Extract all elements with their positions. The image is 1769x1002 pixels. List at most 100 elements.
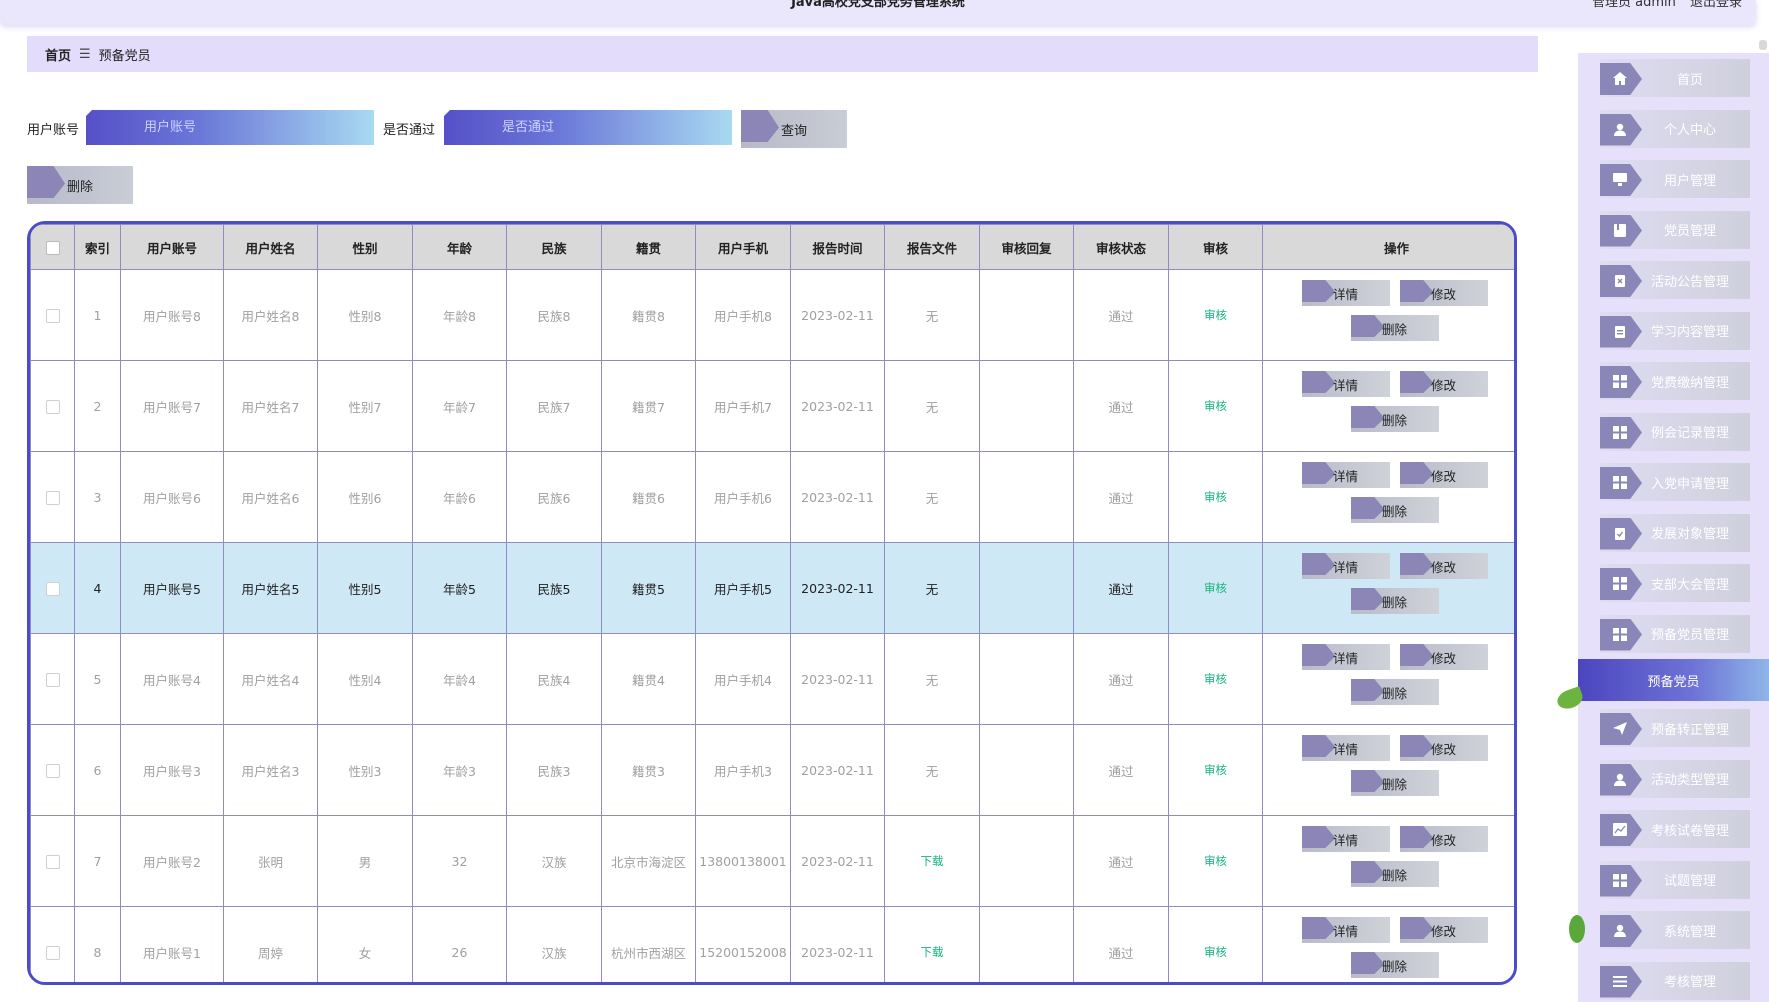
audit-link[interactable]: 审核 [1204, 581, 1227, 595]
query-button[interactable]: 查询 [741, 110, 847, 148]
table-row[interactable]: 3 用户账号6 用户姓名6 性别6 年龄6 民族6 籍贯6 用户手机6 2023-02-11 无 通… [30, 451, 1514, 543]
row-delete-button[interactable]: 删除 [1350, 952, 1439, 978]
sidebar-item[interactable]: 个人中心 [1600, 109, 1750, 148]
scrollbar-thumb[interactable] [1759, 40, 1767, 50]
person-icon [1613, 924, 1627, 937]
row-checkbox[interactable] [45, 581, 60, 596]
edit-button[interactable]: 修改 [1399, 917, 1488, 943]
sidebar-item[interactable]: 发展对象管理 [1600, 513, 1750, 552]
sidebar-item[interactable]: 学习内容管理 [1600, 311, 1750, 350]
edit-button[interactable]: 修改 [1399, 826, 1488, 852]
ops-cell: 详情 修改删除 [1262, 542, 1514, 634]
row-delete-button[interactable]: 删除 [1350, 588, 1439, 614]
detail-button[interactable]: 详情 [1301, 917, 1390, 943]
cell-origin: 籍贯7 [632, 399, 665, 415]
table-row[interactable]: 7 用户账号2 张明 男 32 汉族 北京市海淀区 13800138001 2023-02-11… [30, 815, 1514, 907]
edit-button[interactable]: 修改 [1399, 280, 1488, 306]
table-cell: 通过 [1073, 633, 1169, 725]
sidebar-item[interactable]: 例会记录管理 [1600, 412, 1750, 451]
table-row[interactable]: 1 用户账号8 用户姓名8 性别8 年龄8 民族8 籍贯8 用户手机8 2023-02-11 无 通… [30, 269, 1514, 361]
table-row[interactable]: 6 用户账号3 用户姓名3 性别3 年龄3 民族3 籍贯3 用户手机3 2023-02-11 无 通… [30, 724, 1514, 816]
data-table: 索引 用户账号 用户姓名 性别 年龄 民族 籍贯 用户手机 报告时间 报告文件 … [30, 224, 1514, 982]
edit-button[interactable]: 修改 [1399, 735, 1488, 761]
detail-button[interactable]: 详情 [1301, 644, 1390, 670]
sidebar-item[interactable]: 活动类型管理 [1600, 759, 1750, 798]
table-cell: 年龄5 [412, 542, 507, 634]
audit-link[interactable]: 审核 [1204, 399, 1227, 413]
audit-link[interactable]: 审核 [1204, 854, 1227, 868]
row-checkbox[interactable] [45, 399, 60, 414]
detail-button[interactable]: 详情 [1301, 826, 1390, 852]
cell-nation: 民族4 [537, 672, 571, 688]
table-row[interactable]: 4 用户账号5 用户姓名5 性别5 年龄5 民族5 籍贯5 用户手机5 2023-02-11 无 通… [30, 542, 1514, 634]
edit-button[interactable]: 修改 [1399, 371, 1488, 397]
sidebar-item[interactable]: 考核管理 [1600, 961, 1750, 1000]
table-row[interactable]: 2 用户账号7 用户姓名7 性别7 年龄7 民族7 籍贯7 用户手机7 2023-02-11 无 通… [30, 360, 1514, 452]
sidebar-item[interactable]: 党员管理 [1600, 210, 1750, 249]
sidebar-item[interactable]: 预备党员管理 [1600, 614, 1750, 653]
sidebar-item[interactable]: 预备转正管理 [1600, 709, 1750, 747]
cell-phone: 15200152008 [699, 944, 787, 960]
app-title: Java高校党支部党务管理系统 [791, 0, 965, 10]
row-checkbox[interactable] [45, 945, 60, 960]
detail-button[interactable]: 详情 [1301, 553, 1390, 579]
sidebar-item[interactable]: 入党申请管理 [1600, 463, 1750, 501]
batch-delete-button[interactable]: 删除 [27, 166, 133, 204]
breadcrumb-home[interactable]: 首页 [45, 45, 71, 64]
sidebar-item[interactable]: 首页 [1600, 59, 1750, 97]
download-link[interactable]: 下载 [921, 854, 944, 868]
table-cell: 年龄3 [412, 724, 507, 816]
cell-idx: 4 [93, 580, 102, 596]
delete-label: 删除 [1381, 867, 1407, 883]
row-delete-button[interactable]: 删除 [1350, 406, 1439, 432]
detail-button[interactable]: 详情 [1301, 462, 1390, 488]
logout-link[interactable]: 退出登录 [1690, 0, 1742, 10]
table-cell: 性别7 [317, 360, 413, 452]
table-cell: 杭州市西湖区 [601, 906, 696, 982]
edit-button[interactable]: 修改 [1399, 462, 1488, 488]
edit-button[interactable]: 修改 [1399, 644, 1488, 670]
download-link[interactable]: 下载 [921, 945, 944, 959]
sidebar-item-label: 首页 [1676, 72, 1703, 88]
sidebar-item[interactable]: 用户管理 [1600, 160, 1750, 198]
button-tab-decoration [1350, 315, 1385, 337]
audit-link[interactable]: 审核 [1204, 945, 1227, 959]
sidebar-item[interactable]: 系统管理 [1600, 911, 1750, 949]
sidebar-item-label: 发展对象管理 [1650, 527, 1729, 542]
row-checkbox[interactable] [45, 854, 60, 869]
row-delete-button[interactable]: 删除 [1350, 861, 1439, 887]
row-delete-button[interactable]: 删除 [1350, 679, 1439, 705]
detail-button[interactable]: 详情 [1301, 735, 1390, 761]
table-row[interactable]: 8 用户账号1 周婷 女 26 汉族 杭州市西湖区 15200152008 2023-02-11… [30, 906, 1514, 982]
passed-search-input[interactable] [444, 110, 732, 145]
sidebar-item[interactable]: 党费缴纳管理 [1600, 362, 1750, 400]
cell-time: 2023-02-11 [801, 671, 874, 687]
button-tab-decoration [1350, 679, 1385, 701]
table-cell: 年龄6 [412, 451, 507, 543]
table-row[interactable]: 5 用户账号4 用户姓名4 性别4 年龄4 民族4 籍贯4 用户手机4 2023-02-11 无 通… [30, 633, 1514, 725]
button-tab-decoration [1399, 462, 1434, 484]
select-all-checkbox[interactable] [45, 240, 60, 255]
row-delete-button[interactable]: 删除 [1350, 497, 1439, 523]
sidebar-item[interactable]: 试题管理 [1600, 860, 1750, 899]
edit-button[interactable]: 修改 [1399, 553, 1488, 579]
detail-button[interactable]: 详情 [1301, 280, 1390, 306]
row-delete-button[interactable]: 删除 [1350, 770, 1439, 796]
row-checkbox[interactable] [45, 763, 60, 778]
sidebar-item[interactable]: 活动公告管理 [1600, 261, 1750, 299]
sidebar-item-active[interactable]: 预备党员 [1578, 659, 1769, 701]
detail-button[interactable]: 详情 [1301, 371, 1390, 397]
audit-link[interactable]: 审核 [1204, 308, 1227, 322]
sidebar-item[interactable]: 支部大会管理 [1600, 564, 1750, 602]
account-search-input[interactable] [86, 110, 374, 145]
detail-label: 详情 [1332, 741, 1358, 757]
row-checkbox[interactable] [45, 672, 60, 687]
audit-link[interactable]: 审核 [1204, 672, 1227, 686]
sidebar-item[interactable]: 考核试卷管理 [1600, 810, 1750, 848]
audit-link[interactable]: 审核 [1204, 763, 1227, 777]
button-tab-decoration [1399, 553, 1434, 575]
row-checkbox[interactable] [45, 490, 60, 505]
row-delete-button[interactable]: 删除 [1350, 315, 1439, 341]
audit-link[interactable]: 审核 [1204, 490, 1227, 504]
row-checkbox[interactable] [45, 308, 60, 323]
